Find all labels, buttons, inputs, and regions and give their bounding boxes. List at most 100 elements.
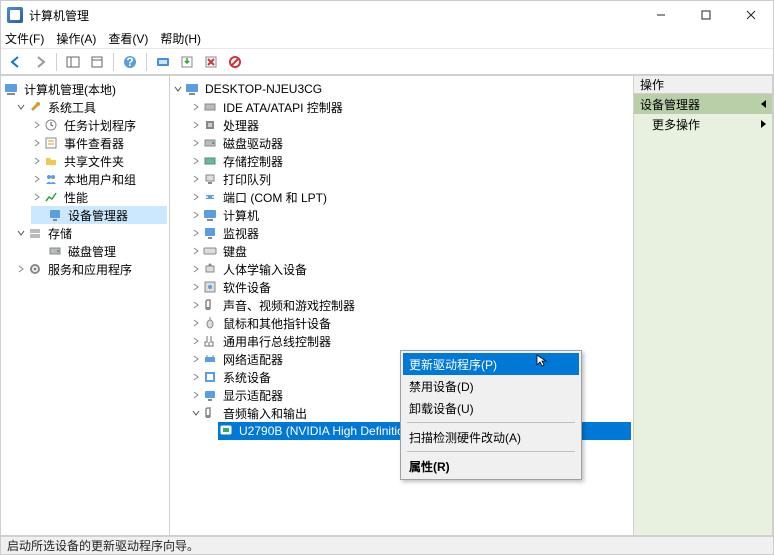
device-category-node[interactable]: 存储控制器 [190,152,631,170]
device-category-node[interactable]: 软件设备 [190,278,631,296]
device-category-node[interactable]: 处理器 [190,116,631,134]
maximize-button[interactable] [683,1,728,29]
disable-toolbar-button[interactable] [224,51,246,73]
uninstall-toolbar-button[interactable] [200,51,222,73]
disk-mgmt-node[interactable]: 磁盘管理 [31,242,167,260]
ctx-uninstall[interactable]: 卸载设备(U) [403,397,579,419]
tree-label: 通用串行总线控制器 [221,333,333,350]
chevron-right-icon[interactable] [190,299,202,311]
chevron-right-icon[interactable] [190,209,202,221]
device-category-node[interactable]: 声音、视频和游戏控制器 [190,296,631,314]
device-category-icon [202,387,218,403]
chevron-right-icon[interactable] [190,263,202,275]
ctx-scan[interactable]: 扫描检测硬件改动(A) [403,426,579,448]
minimize-button[interactable] [638,1,683,29]
device-category-node[interactable]: 鼠标和其他指针设备 [190,314,631,332]
device-category-node[interactable]: 计算机 [190,206,631,224]
chevron-right-icon[interactable] [190,227,202,239]
device-category-node[interactable]: 端口 (COM 和 LPT) [190,188,631,206]
menu-view[interactable]: 查看(V) [108,30,148,47]
device-category-icon [202,153,218,169]
chevron-down-icon[interactable] [15,227,27,239]
ctx-update-driver[interactable]: 更新驱动程序(P) [403,353,579,375]
tree-label: 性能 [62,189,90,206]
tree-label: 音频输入和输出 [221,405,309,422]
device-category-icon [202,333,218,349]
device-manager-node[interactable]: 设备管理器 [31,206,167,224]
root-computer-mgmt[interactable]: 计算机管理(本地) [3,80,167,98]
update-driver-toolbar-button[interactable] [176,51,198,73]
folder-shared-icon [43,153,59,169]
clock-icon [43,117,59,133]
action-band-label: 更多操作 [640,116,700,133]
menu-help[interactable]: 帮助(H) [160,30,201,47]
chevron-right-icon[interactable] [190,191,202,203]
computer-root-node[interactable]: DESKTOP-NJEU3CG [172,80,631,98]
action-band-device-manager[interactable]: 设备管理器 [634,94,772,114]
action-more-actions[interactable]: 更多操作 [634,114,772,134]
chevron-right-icon[interactable] [31,119,43,131]
chevron-right-icon[interactable] [190,371,202,383]
device-category-node[interactable]: 磁盘驱动器 [190,134,631,152]
show-hide-tree-button[interactable] [62,51,84,73]
tree-label: 服务和应用程序 [46,261,134,278]
nav-forward-button[interactable] [29,51,51,73]
tree-label: 网络适配器 [221,351,285,368]
device-category-node[interactable]: 监视器 [190,224,631,242]
menu-file[interactable]: 文件(F) [5,30,44,47]
chevron-down-icon[interactable] [190,407,202,419]
chevron-right-icon[interactable] [190,353,202,365]
storage-node[interactable]: 存储 [15,224,167,242]
menu-action[interactable]: 操作(A) [56,30,96,47]
chevron-down-icon[interactable] [172,83,184,95]
ctx-disable[interactable]: 禁用设备(D) [403,375,579,397]
device-category-icon [202,207,218,223]
chevron-right-icon[interactable] [31,191,43,203]
properties-console-button[interactable] [86,51,108,73]
device-category-icon [202,351,218,367]
shared-folders-node[interactable]: 共享文件夹 [31,152,167,170]
tree-label: 软件设备 [221,279,273,296]
chevron-right-icon[interactable] [190,335,202,347]
tree-label: 鼠标和其他指针设备 [221,315,333,332]
device-category-node[interactable]: IDE ATA/ATAPI 控制器 [190,98,631,116]
device-category-node[interactable]: 人体学输入设备 [190,260,631,278]
chevron-right-icon[interactable] [190,245,202,257]
tree-label: 显示适配器 [221,387,285,404]
device-category-node[interactable]: 打印队列 [190,170,631,188]
device-category-icon [202,99,218,115]
chevron-right-icon[interactable] [31,137,43,149]
device-category-node[interactable]: 键盘 [190,242,631,260]
ctx-divider [407,451,575,452]
device-category-icon [202,369,218,385]
system-tools-node[interactable]: 系统工具 [15,98,167,116]
chevron-right-icon[interactable] [190,101,202,113]
task-scheduler-node[interactable]: 任务计划程序 [31,116,167,134]
device-category-node[interactable]: 通用串行总线控制器 [190,332,631,350]
nav-back-button[interactable] [5,51,27,73]
device-tree-pane[interactable]: DESKTOP-NJEU3CG IDE ATA/ATAPI 控制器处理器磁盘驱动… [169,75,634,536]
chevron-right-icon[interactable] [15,263,27,275]
chevron-right-icon[interactable] [31,155,43,167]
ctx-properties[interactable]: 属性(R) [403,455,579,477]
chevron-right-icon[interactable] [31,173,43,185]
window-title: 计算机管理 [29,7,89,24]
chevron-right-icon[interactable] [190,137,202,149]
chevron-right-icon[interactable] [190,119,202,131]
left-tree-pane[interactable]: 计算机管理(本地) 系统工具 任务计划程序 [0,75,170,536]
chevron-right-icon[interactable] [190,281,202,293]
performance-node[interactable]: 性能 [31,188,167,206]
close-button[interactable] [728,1,773,29]
device-category-icon [202,405,218,421]
event-viewer-node[interactable]: 事件查看器 [31,134,167,152]
chevron-down-icon[interactable] [15,101,27,113]
local-users-node[interactable]: 本地用户和组 [31,170,167,188]
services-apps-node[interactable]: 服务和应用程序 [15,260,167,278]
chevron-right-icon[interactable] [190,173,202,185]
chevron-right-icon[interactable] [190,317,202,329]
scan-hardware-button[interactable] [152,51,174,73]
chevron-right-icon[interactable] [190,389,202,401]
help-button[interactable]: ? [119,51,141,73]
services-icon [27,261,43,277]
chevron-right-icon[interactable] [190,155,202,167]
